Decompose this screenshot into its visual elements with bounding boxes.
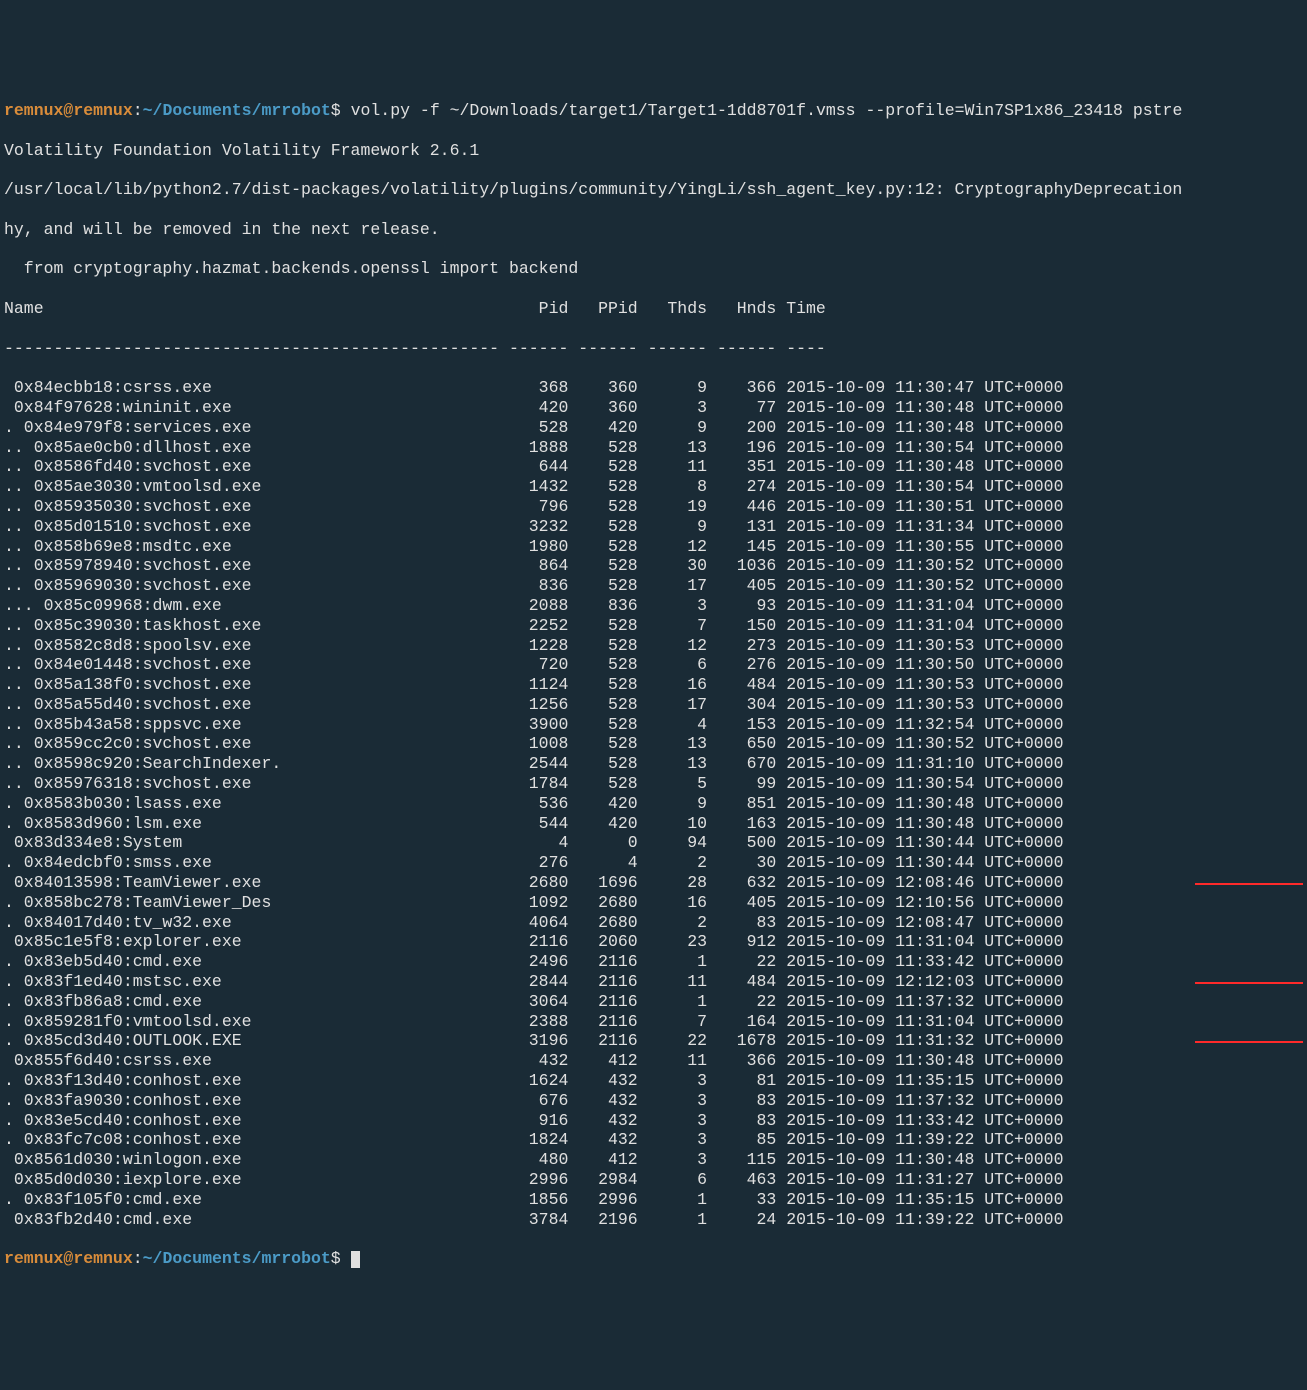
- prompt-user: remnux: [4, 1249, 63, 1268]
- highlight-marker: [1195, 1041, 1303, 1043]
- output-line: Volatility Foundation Volatility Framewo…: [4, 141, 1303, 161]
- process-row: . 0x83fb86a8:cmd.exe 3064 2116 1 22 2015…: [4, 992, 1303, 1012]
- prompt-colon: :: [133, 1249, 143, 1268]
- process-row: .. 0x8582c8d8:spoolsv.exe 1228 528 12 27…: [4, 636, 1303, 656]
- process-row: . 0x84e979f8:services.exe 528 420 9 200 …: [4, 418, 1303, 438]
- prompt-at: @: [63, 101, 73, 120]
- process-row: . 0x85cd3d40:OUTLOOK.EXE 3196 2116 22 16…: [4, 1031, 1303, 1051]
- highlight-marker: [1195, 883, 1303, 885]
- prompt-path: ~/Documents/mrrobot: [143, 101, 331, 120]
- process-row: .. 0x85a55d40:svchost.exe 1256 528 17 30…: [4, 695, 1303, 715]
- cursor: [351, 1251, 360, 1268]
- table-separator: ----------------------------------------…: [4, 339, 1303, 359]
- output-line: /usr/local/lib/python2.7/dist-packages/v…: [4, 180, 1303, 200]
- prompt-colon: :: [133, 101, 143, 120]
- table-header: Name Pid PPid Thds Hnds Time: [4, 299, 1303, 319]
- process-row: . 0x858bc278:TeamViewer_Des 1092 2680 16…: [4, 893, 1303, 913]
- prompt-dollar: $: [331, 1249, 341, 1268]
- process-row: 0x84ecbb18:csrss.exe 368 360 9 366 2015-…: [4, 378, 1303, 398]
- process-row: .. 0x85978940:svchost.exe 864 528 30 103…: [4, 556, 1303, 576]
- process-row: . 0x83eb5d40:cmd.exe 2496 2116 1 22 2015…: [4, 952, 1303, 972]
- command-text: vol.py -f ~/Downloads/target1/Target1-1d…: [341, 101, 1183, 120]
- process-row: 0x8561d030:winlogon.exe 480 412 3 115 20…: [4, 1150, 1303, 1170]
- process-row: .. 0x85a138f0:svchost.exe 1124 528 16 48…: [4, 675, 1303, 695]
- process-row: . 0x83f13d40:conhost.exe 1624 432 3 81 2…: [4, 1071, 1303, 1091]
- prompt-dollar: $: [331, 101, 341, 120]
- process-row: .. 0x85ae0cb0:dllhost.exe 1888 528 13 19…: [4, 438, 1303, 458]
- prompt-line-end: remnux@remnux:~/Documents/mrrobot$: [4, 1249, 1303, 1269]
- process-row: . 0x859281f0:vmtoolsd.exe 2388 2116 7 16…: [4, 1012, 1303, 1032]
- process-row: . 0x83f1ed40:mstsc.exe 2844 2116 11 484 …: [4, 972, 1303, 992]
- process-row: . 0x83e5cd40:conhost.exe 916 432 3 83 20…: [4, 1111, 1303, 1131]
- process-row: .. 0x85d01510:svchost.exe 3232 528 9 131…: [4, 517, 1303, 537]
- process-row: .. 0x858b69e8:msdtc.exe 1980 528 12 145 …: [4, 537, 1303, 557]
- process-row: . 0x8583b030:lsass.exe 536 420 9 851 201…: [4, 794, 1303, 814]
- terminal-content[interactable]: remnux@remnux:~/Documents/mrrobot$ vol.p…: [4, 81, 1303, 1289]
- process-row: . 0x83fc7c08:conhost.exe 1824 432 3 85 2…: [4, 1130, 1303, 1150]
- prompt-path: ~/Documents/mrrobot: [143, 1249, 331, 1268]
- process-row: 0x83fb2d40:cmd.exe 3784 2196 1 24 2015-1…: [4, 1210, 1303, 1230]
- process-row: . 0x83fa9030:conhost.exe 676 432 3 83 20…: [4, 1091, 1303, 1111]
- output-line: hy, and will be removed in the next rele…: [4, 220, 1303, 240]
- prompt-host: remnux: [73, 101, 132, 120]
- process-row: 0x83d334e8:System 4 0 94 500 2015-10-09 …: [4, 833, 1303, 853]
- process-row: . 0x8583d960:lsm.exe 544 420 10 163 2015…: [4, 814, 1303, 834]
- prompt-host: remnux: [73, 1249, 132, 1268]
- process-row: 0x84013598:TeamViewer.exe 2680 1696 28 6…: [4, 873, 1303, 893]
- process-row: .. 0x85935030:svchost.exe 796 528 19 446…: [4, 497, 1303, 517]
- output-line: from cryptography.hazmat.backends.openss…: [4, 259, 1303, 279]
- process-row: ... 0x85c09968:dwm.exe 2088 836 3 93 201…: [4, 596, 1303, 616]
- process-row: .. 0x85b43a58:sppsvc.exe 3900 528 4 153 …: [4, 715, 1303, 735]
- process-row: .. 0x85976318:svchost.exe 1784 528 5 99 …: [4, 774, 1303, 794]
- process-row: . 0x83f105f0:cmd.exe 1856 2996 1 33 2015…: [4, 1190, 1303, 1210]
- process-row: 0x85d0d030:iexplore.exe 2996 2984 6 463 …: [4, 1170, 1303, 1190]
- process-row: 0x84f97628:wininit.exe 420 360 3 77 2015…: [4, 398, 1303, 418]
- process-row: .. 0x84e01448:svchost.exe 720 528 6 276 …: [4, 655, 1303, 675]
- process-row: . 0x84017d40:tv_w32.exe 4064 2680 2 83 2…: [4, 913, 1303, 933]
- process-row: .. 0x8586fd40:svchost.exe 644 528 11 351…: [4, 457, 1303, 477]
- process-row: .. 0x859cc2c0:svchost.exe 1008 528 13 65…: [4, 734, 1303, 754]
- process-row: .. 0x85ae3030:vmtoolsd.exe 1432 528 8 27…: [4, 477, 1303, 497]
- prompt-at: @: [63, 1249, 73, 1268]
- process-row: 0x85c1e5f8:explorer.exe 2116 2060 23 912…: [4, 932, 1303, 952]
- process-row: . 0x84edcbf0:smss.exe 276 4 2 30 2015-10…: [4, 853, 1303, 873]
- process-row: 0x855f6d40:csrss.exe 432 412 11 366 2015…: [4, 1051, 1303, 1071]
- process-row: .. 0x85969030:svchost.exe 836 528 17 405…: [4, 576, 1303, 596]
- process-row: .. 0x85c39030:taskhost.exe 2252 528 7 15…: [4, 616, 1303, 636]
- highlight-marker: [1195, 982, 1303, 984]
- prompt-line: remnux@remnux:~/Documents/mrrobot$ vol.p…: [4, 101, 1303, 121]
- prompt-user: remnux: [4, 101, 63, 120]
- process-row: .. 0x8598c920:SearchIndexer. 2544 528 13…: [4, 754, 1303, 774]
